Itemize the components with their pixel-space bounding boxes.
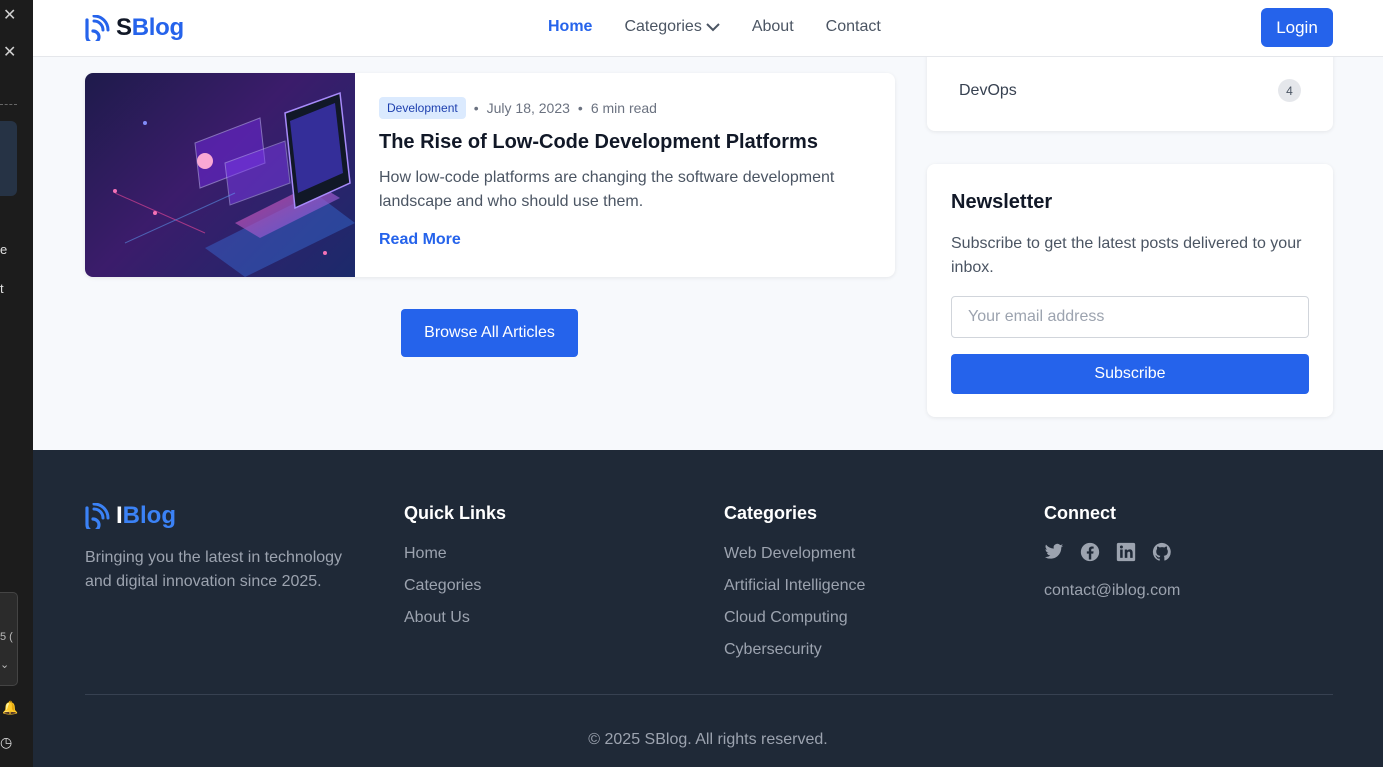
footer-logo-text: IBlog [116, 502, 176, 529]
close-icon[interactable]: ✕ [3, 8, 16, 24]
footer-divider [85, 694, 1333, 695]
footer-link-home[interactable]: Home [404, 544, 506, 564]
clock-icon[interactable]: ◷ [0, 734, 12, 751]
footer-connect: Connect contact@iblog.com [1044, 503, 1180, 600]
article-meta: Development • July 18, 2023 • 6 min read [379, 97, 657, 119]
close-icon[interactable]: ✕ [3, 45, 16, 61]
divider [0, 104, 17, 105]
email-field[interactable] [951, 296, 1309, 338]
read-more-link[interactable]: Read More [379, 231, 461, 249]
twitter-icon[interactable] [1044, 542, 1064, 562]
main-nav: Home Categories About Contact [548, 18, 881, 36]
category-item-devops[interactable]: DevOps 4 [959, 79, 1301, 102]
footer-link-categories[interactable]: Categories [404, 576, 506, 596]
nav-contact[interactable]: Contact [826, 18, 881, 36]
copyright-text: © 2025 SBlog. All rights reserved. [588, 731, 828, 748]
footer-categories: Categories Web Development Artificial In… [724, 503, 865, 672]
footer-column-title: Connect [1044, 503, 1116, 523]
contact-email-link[interactable]: contact@iblog.com [1044, 582, 1180, 600]
site-footer: IBlog Bringing you the latest in technol… [33, 450, 1383, 767]
footer-link-cybersecurity[interactable]: Cybersecurity [724, 640, 865, 660]
article-thumbnail[interactable] [85, 73, 355, 277]
blog-logo-icon [85, 15, 110, 41]
side-panel-text: 5 ( [0, 631, 13, 643]
site-logo[interactable]: SBlog [84, 14, 184, 42]
footer-quick-links: Quick Links Home Categories About Us [404, 503, 506, 640]
footer-logo[interactable]: IBlog [84, 502, 176, 530]
newsletter-widget: Newsletter Subscribe to get the latest p… [927, 164, 1333, 417]
notification-icon[interactable]: 🔔 [2, 700, 18, 716]
article-card: Development • July 18, 2023 • 6 min read… [85, 73, 895, 277]
site-header: SBlog Home Categories About Contact Logi… [33, 0, 1383, 57]
footer-column-title: Quick Links [404, 503, 507, 523]
category-item-label: DevOps [959, 81, 1017, 99]
subscribe-button[interactable]: Subscribe [951, 354, 1309, 394]
chevron-down-icon[interactable]: ⌄ [0, 658, 9, 671]
footer-column-title: Categories [724, 503, 818, 523]
separator-dot: • [577, 100, 583, 116]
nav-home[interactable]: Home [548, 18, 592, 36]
nav-categories-label: Categories [624, 18, 702, 35]
facebook-icon[interactable] [1080, 542, 1100, 562]
login-button[interactable]: Login [1261, 8, 1333, 47]
footer-link-web-development[interactable]: Web Development [724, 544, 865, 564]
newsletter-description: Subscribe to get the latest posts delive… [951, 235, 1302, 276]
article-description: How low-code platforms are changing the … [379, 169, 835, 210]
side-panel-text: t [0, 281, 4, 296]
logo-text: SBlog [116, 14, 184, 41]
side-panel-text: e [0, 242, 8, 257]
side-panel: ✕ ✕ e t 5 ( ⌄ 🔔 ◷ [0, 0, 33, 767]
article-read-time: 6 min read [590, 100, 657, 116]
browse-all-articles-button[interactable]: Browse All Articles [401, 309, 578, 357]
category-tag[interactable]: Development [379, 97, 466, 119]
footer-link-about[interactable]: About Us [404, 608, 506, 628]
article-image [113, 91, 355, 277]
social-links [1044, 542, 1180, 562]
blog-logo-icon [85, 503, 110, 529]
newsletter-title: Newsletter [951, 191, 1053, 213]
side-panel-card[interactable] [0, 121, 17, 196]
separator-dot: • [473, 100, 479, 116]
nav-categories[interactable]: Categories [624, 18, 720, 36]
article-date: July 18, 2023 [486, 100, 570, 116]
footer-tagline: Bringing you the latest in technology an… [85, 549, 343, 590]
category-count-badge: 4 [1278, 79, 1301, 102]
footer-link-cloud[interactable]: Cloud Computing [724, 608, 865, 628]
article-title[interactable]: The Rise of Low-Code Development Platfor… [379, 131, 818, 154]
chevron-down-icon [706, 23, 720, 32]
nav-about[interactable]: About [752, 18, 794, 36]
github-icon[interactable] [1152, 542, 1172, 562]
footer-link-ai[interactable]: Artificial Intelligence [724, 576, 865, 596]
linkedin-icon[interactable] [1116, 542, 1136, 562]
